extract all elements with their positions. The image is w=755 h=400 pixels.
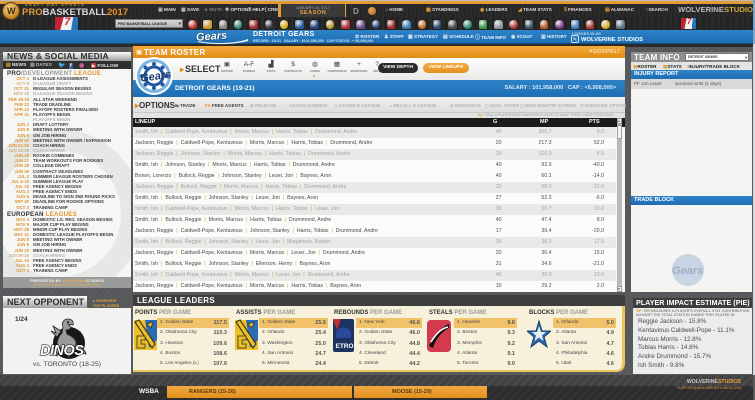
svg-text:Gears: Gears	[672, 265, 703, 277]
svg-text:DINOS: DINOS	[40, 343, 84, 359]
svg-text:ETRO: ETRO	[336, 343, 354, 350]
